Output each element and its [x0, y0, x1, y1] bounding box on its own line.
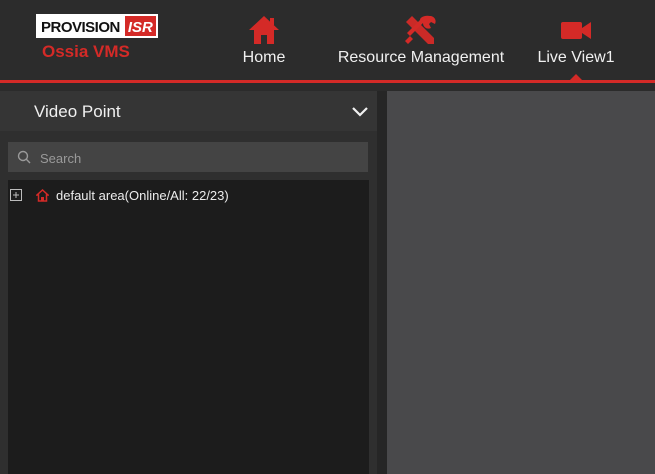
top-bar: PROVISION ISR Ossia VMS Home Resource Ma…: [0, 0, 655, 83]
tools-icon: [405, 15, 436, 44]
plus-square-icon[interactable]: [10, 189, 22, 201]
nav-live-view-label: Live View1: [537, 49, 615, 66]
nav-live-view[interactable]: Live View1: [533, 0, 619, 83]
tree-item-label: default area(Online/All: 22/23): [56, 188, 229, 203]
logo-badge: ISR: [124, 14, 158, 38]
device-tree: default area(Online/All: 22/23): [8, 180, 369, 474]
video-camera-icon: [561, 22, 591, 39]
search-input[interactable]: [38, 142, 362, 174]
home-icon: [249, 16, 279, 44]
logo-wordmark: PROVISION ISR: [36, 14, 158, 38]
topbar-accent-line: [0, 80, 655, 83]
search-box[interactable]: [8, 142, 368, 174]
video-point-panel: Video Point default area(Online/All: 22/…: [0, 91, 377, 474]
live-view-canvas[interactable]: [387, 91, 655, 474]
panel-title: Video Point: [34, 102, 121, 121]
area-house-icon: [36, 189, 49, 202]
nav-home-label: Home: [242, 49, 286, 66]
chevron-down-icon[interactable]: [351, 103, 369, 119]
logo-text: PROVISION: [36, 14, 125, 38]
product-name: Ossia VMS: [42, 42, 130, 61]
nav-resource-management-label: Resource Management: [337, 49, 505, 66]
panel-splitter[interactable]: [377, 91, 387, 474]
brand-logo: PROVISION ISR Ossia VMS: [36, 12, 158, 64]
nav-resource-management[interactable]: Resource Management: [336, 0, 506, 80]
nav-home[interactable]: Home: [232, 0, 296, 80]
search-icon: [17, 150, 31, 164]
panel-header[interactable]: Video Point: [0, 91, 377, 131]
tree-item-default-area[interactable]: default area(Online/All: 22/23): [8, 188, 369, 206]
